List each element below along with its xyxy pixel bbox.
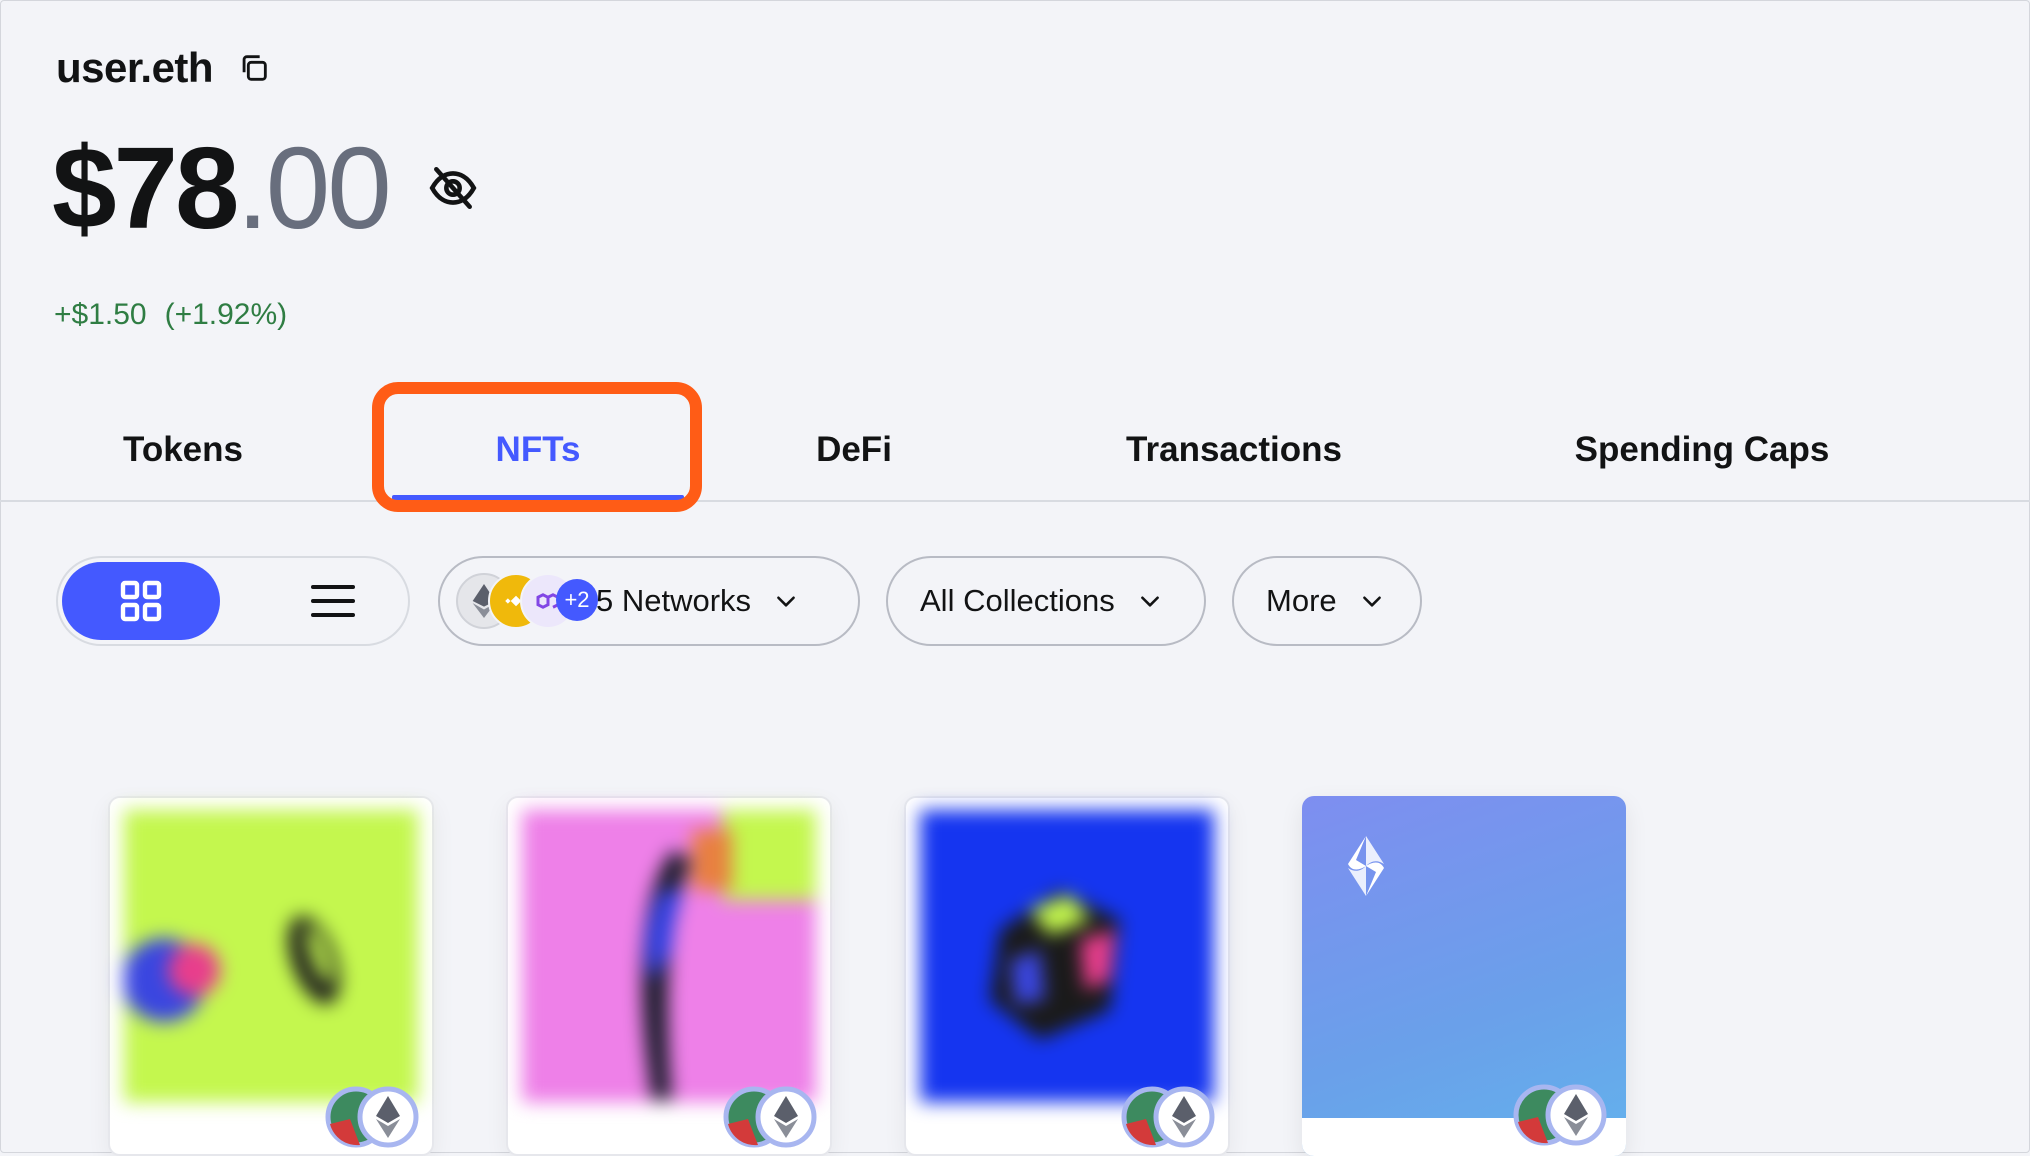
balance-decimal: .00 bbox=[236, 123, 392, 253]
tab-nfts[interactable]: NFTs bbox=[496, 430, 581, 470]
account-name: user.eth bbox=[56, 44, 214, 91]
tab-tokens[interactable]: Tokens bbox=[123, 430, 243, 470]
change-amount: +$1.50 bbox=[54, 298, 147, 331]
grid-view-button[interactable] bbox=[62, 562, 220, 640]
total-balance: $78.00 bbox=[52, 130, 392, 246]
nft-card[interactable] bbox=[506, 796, 832, 1156]
balance-integer: $78 bbox=[52, 123, 240, 253]
account-header: user.eth bbox=[56, 44, 273, 92]
change-percent: (+1.92%) bbox=[164, 298, 288, 331]
chevron-down-icon bbox=[773, 588, 799, 614]
collections-label: All Collections bbox=[920, 583, 1115, 618]
copy-icon[interactable] bbox=[235, 49, 273, 87]
balance-row: $78.00 bbox=[52, 130, 481, 246]
collections-filter[interactable]: All Collections bbox=[886, 556, 1206, 646]
grid-icon bbox=[120, 580, 162, 622]
tab-defi[interactable]: DeFi bbox=[816, 430, 892, 470]
networks-filter[interactable]: +2 5 Networks bbox=[438, 556, 860, 646]
tab-transactions[interactable]: Transactions bbox=[1126, 430, 1342, 470]
ethereum-icon bbox=[1121, 1086, 1215, 1148]
network-icons: +2 bbox=[456, 573, 598, 629]
more-label: More bbox=[1266, 583, 1337, 618]
list-icon bbox=[311, 585, 355, 617]
ethereum-icon bbox=[723, 1086, 817, 1148]
balance-change: +$1.50 (+1.92%) bbox=[54, 298, 287, 332]
chevron-down-icon bbox=[1359, 588, 1385, 614]
ens-nft-card[interactable] bbox=[1302, 796, 1626, 1156]
more-networks-badge: +2 bbox=[556, 579, 598, 621]
nft-image bbox=[920, 810, 1214, 1102]
more-filter[interactable]: More bbox=[1232, 556, 1422, 646]
nft-image bbox=[522, 810, 816, 1102]
ethereum-icon bbox=[325, 1086, 419, 1148]
nft-card[interactable] bbox=[904, 796, 1230, 1156]
eye-slash-icon[interactable] bbox=[425, 160, 481, 216]
view-toggle bbox=[56, 556, 410, 646]
list-view-button[interactable] bbox=[278, 562, 388, 640]
ens-logo-icon bbox=[1348, 836, 1384, 896]
chevron-down-icon bbox=[1137, 588, 1163, 614]
networks-label: 5 Networks bbox=[596, 583, 752, 618]
nft-image bbox=[124, 810, 418, 1102]
ethereum-icon bbox=[1513, 1084, 1607, 1146]
tab-spending-caps[interactable]: Spending Caps bbox=[1575, 430, 1830, 470]
nft-card[interactable] bbox=[108, 796, 434, 1156]
tab-bar: Tokens NFTs DeFi Transactions Spending C… bbox=[0, 410, 2030, 502]
active-tab-indicator bbox=[392, 495, 684, 500]
